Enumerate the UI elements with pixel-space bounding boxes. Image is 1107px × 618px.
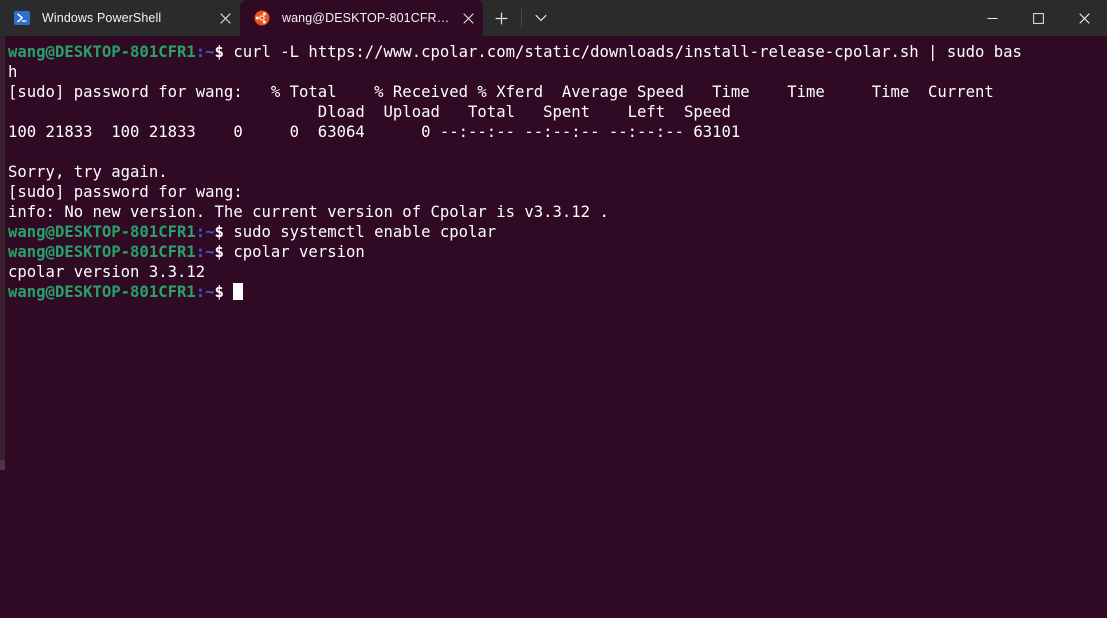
terminal-output-text: [sudo] password for wang: % Total % Rece… [8, 83, 994, 101]
prompt-symbol: $ [214, 283, 224, 301]
chevron-down-icon[interactable] [524, 0, 558, 36]
terminal-command-text [224, 283, 233, 301]
scrollbar-thumb[interactable] [0, 36, 5, 464]
terminal-output-text: 100 21833 100 21833 0 0 63064 0 --:--:--… [8, 123, 741, 141]
terminal-cursor [233, 283, 243, 300]
toolbar-divider [521, 9, 522, 27]
terminal-window: Windows PowerShell wang@DESKTOP-801CFR1:… [0, 0, 1107, 618]
prompt-user-host: wang@DESKTOP-801CFR1 [8, 223, 196, 241]
close-button[interactable] [1061, 0, 1107, 36]
terminal-command-line: wang@DESKTOP-801CFR1:~$ sudo systemctl e… [8, 222, 1107, 242]
terminal-output-text: [sudo] password for wang: [8, 183, 243, 201]
prompt-symbol: $ [214, 43, 224, 61]
prompt-path: :~ [195, 283, 215, 301]
terminal-output-line: [sudo] password for wang: [8, 182, 1107, 202]
terminal-command-line: wang@DESKTOP-801CFR1:~$ curl -L https://… [8, 42, 1107, 62]
ubuntu-icon [254, 10, 270, 26]
terminal-command-line: wang@DESKTOP-801CFR1:~$ cpolar version [8, 242, 1107, 262]
terminal-output: wang@DESKTOP-801CFR1:~$ curl -L https://… [8, 42, 1107, 302]
terminal-command-text: curl -L https://www.cpolar.com/static/do… [223, 43, 1022, 61]
prompt-symbol: $ [214, 243, 224, 261]
terminal-command-line: wang@DESKTOP-801CFR1:~$ [8, 282, 1107, 302]
terminal-output-text: Dload Upload Total Spent Left Speed [8, 103, 731, 121]
window-controls [969, 0, 1107, 36]
prompt-user-host: wang@DESKTOP-801CFR1 [8, 243, 196, 261]
terminal-output-line: [sudo] password for wang: % Total % Rece… [8, 82, 1107, 102]
terminal-command-text: sudo systemctl enable cpolar [223, 223, 497, 241]
terminal-output-text: cpolar version 3.3.12 [8, 263, 206, 281]
prompt-user-host: wang@DESKTOP-801CFR1 [8, 283, 196, 301]
tab-ubuntu-wang-desktop[interactable]: wang@DESKTOP-801CFR1: ~ [240, 0, 483, 36]
terminal-scrollbar[interactable] [0, 36, 5, 618]
minimize-button[interactable] [969, 0, 1015, 36]
tab-bar: Windows PowerShell wang@DESKTOP-801CFR1:… [0, 0, 1107, 36]
prompt-path: :~ [195, 43, 215, 61]
tab-title: wang@DESKTOP-801CFR1: ~ [282, 11, 453, 25]
terminal-output-line: 100 21833 100 21833 0 0 63064 0 --:--:--… [8, 122, 1107, 142]
close-icon[interactable] [453, 0, 483, 36]
close-icon[interactable] [210, 0, 240, 36]
terminal-output-text: h [8, 63, 18, 81]
terminal-output-text: Sorry, try again. [8, 163, 168, 181]
prompt-symbol: $ [214, 223, 224, 241]
terminal-command-text: cpolar version [223, 243, 365, 261]
prompt-path: :~ [195, 223, 215, 241]
prompt-path: :~ [195, 243, 215, 261]
terminal-output-line: info: No new version. The current versio… [8, 202, 1107, 222]
scrollbar-thumb-marker [0, 460, 5, 470]
titlebar-drag-region [558, 0, 969, 36]
terminal-output-text: info: No new version. The current versio… [8, 203, 609, 221]
powershell-icon [14, 10, 30, 26]
tab-title: Windows PowerShell [42, 11, 162, 25]
terminal-output-line: cpolar version 3.3.12 [8, 262, 1107, 282]
maximize-button[interactable] [1015, 0, 1061, 36]
terminal-pane[interactable]: wang@DESKTOP-801CFR1:~$ curl -L https://… [0, 36, 1107, 618]
terminal-output-line: h [8, 62, 1107, 82]
terminal-output-line: Sorry, try again. [8, 162, 1107, 182]
new-tab-button[interactable] [483, 0, 519, 36]
terminal-output-line: Dload Upload Total Spent Left Speed [8, 102, 1107, 122]
prompt-user-host: wang@DESKTOP-801CFR1 [8, 43, 196, 61]
tab-windows-powershell[interactable]: Windows PowerShell [0, 0, 240, 36]
